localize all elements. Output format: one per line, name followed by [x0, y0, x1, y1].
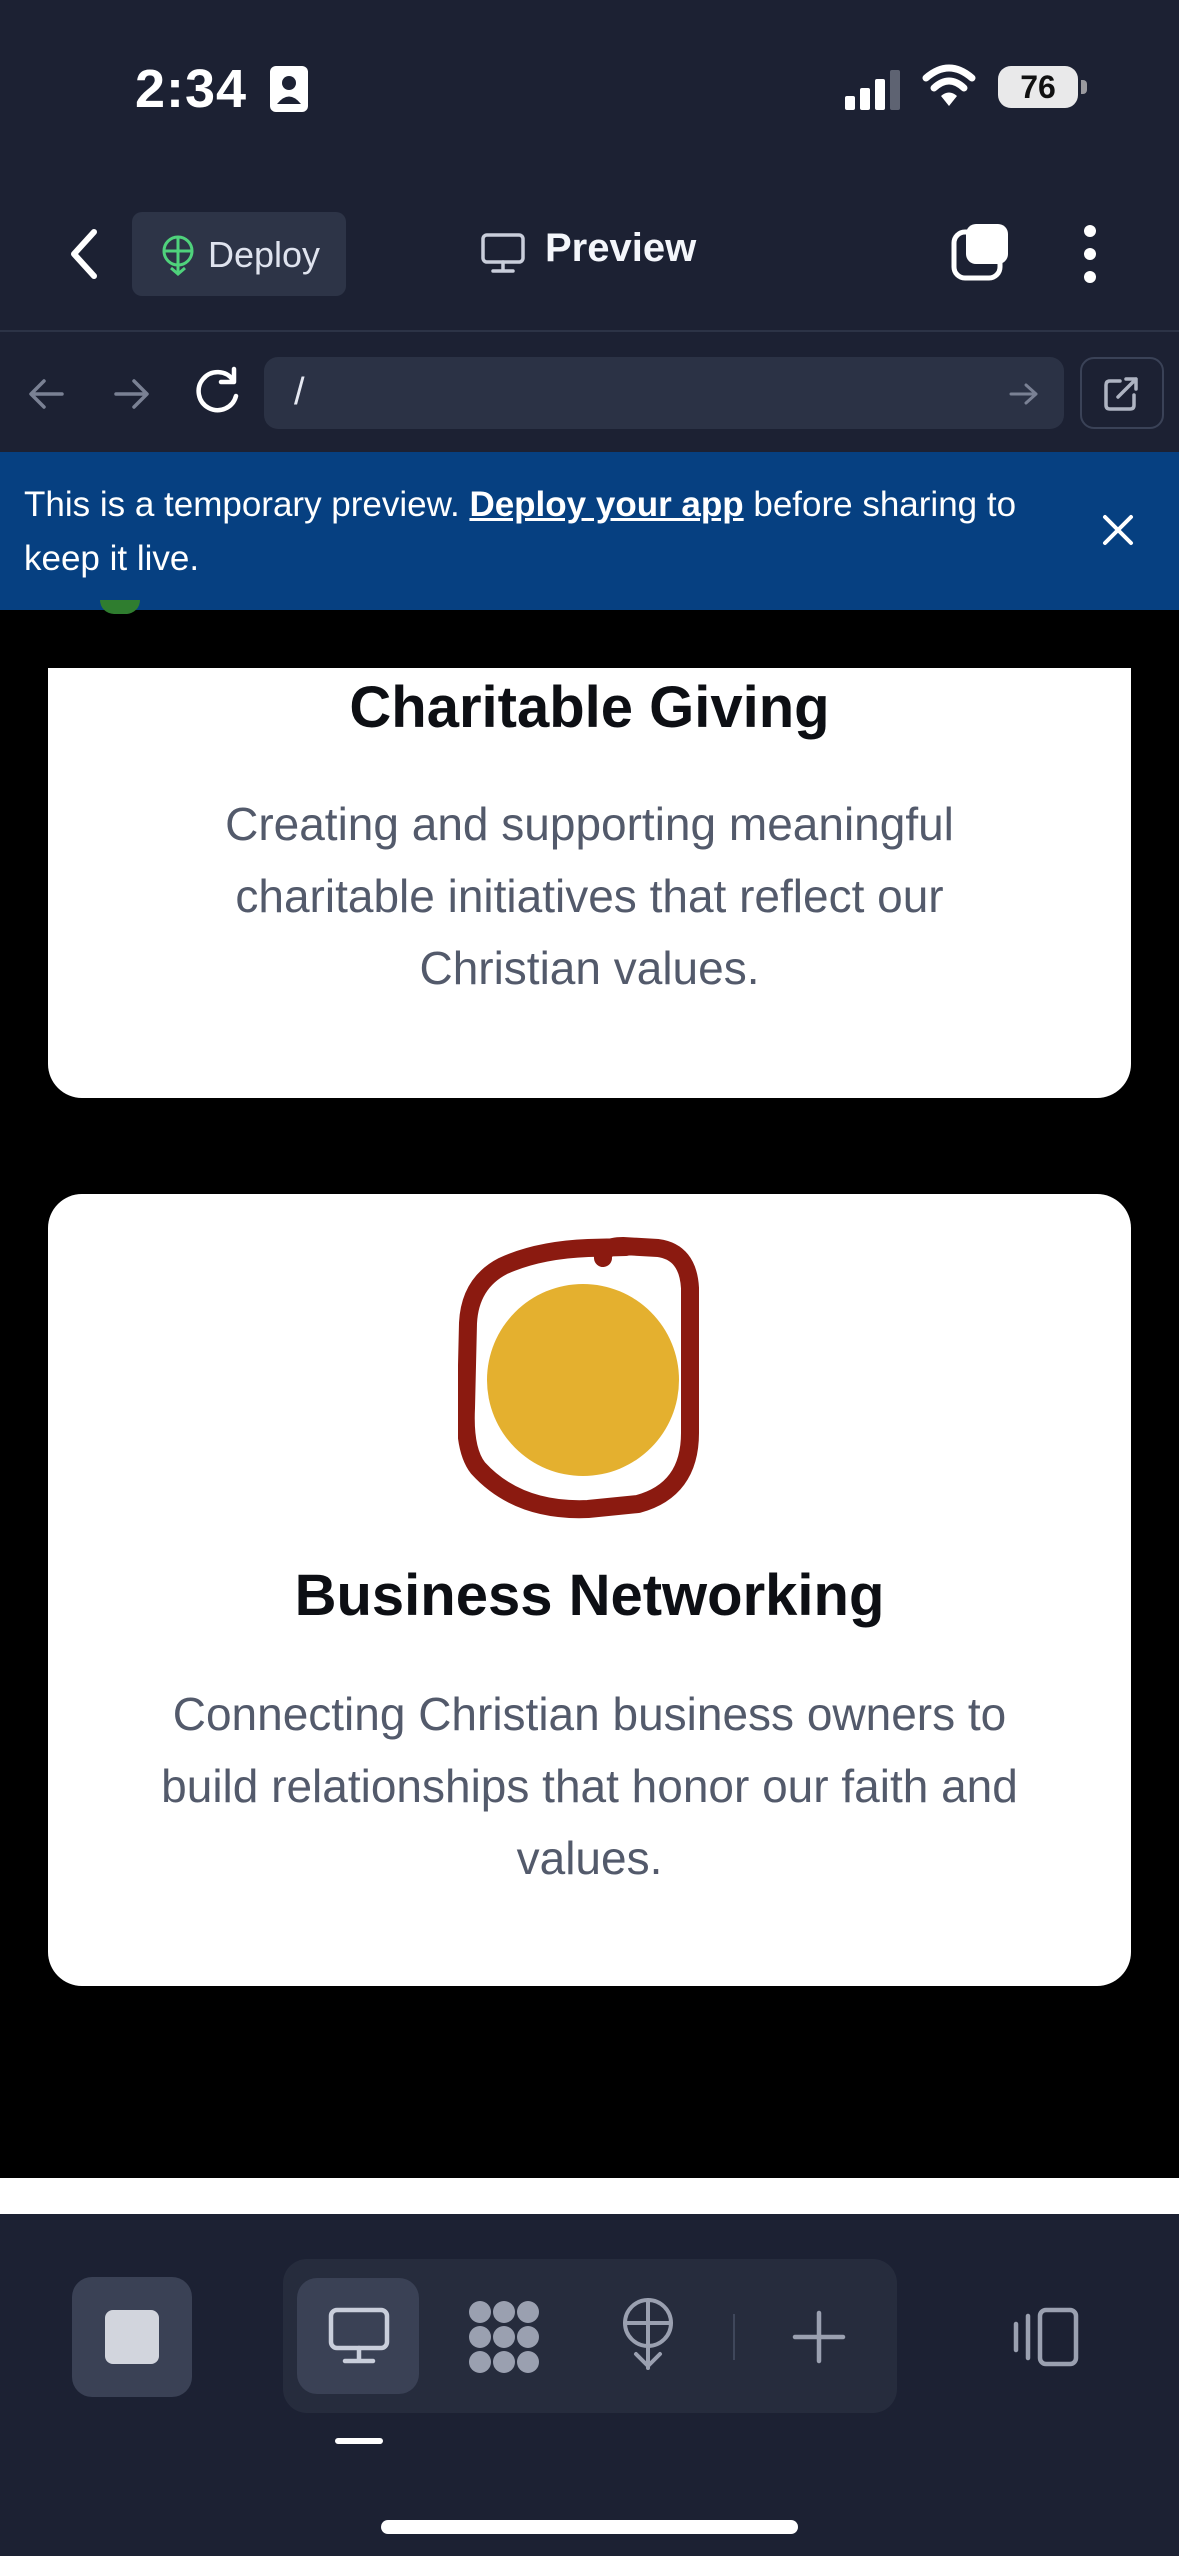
- tabs-icon[interactable]: [950, 222, 1012, 284]
- monitor-icon: [328, 2307, 390, 2364]
- back-arrow-icon[interactable]: [26, 374, 68, 414]
- url-input[interactable]: /: [264, 357, 1064, 429]
- battery-indicator: 76: [998, 66, 1087, 108]
- deploy-label: Deploy: [208, 234, 321, 275]
- status-time: 2:34: [135, 59, 248, 119]
- wifi-icon: [922, 64, 976, 106]
- plus-icon[interactable]: [792, 2310, 846, 2364]
- preview-tool-button[interactable]: [297, 2278, 419, 2394]
- toolbar-separator: [733, 2314, 735, 2360]
- external-link-icon: [1104, 377, 1138, 411]
- split-view-icon[interactable]: [1012, 2306, 1082, 2368]
- go-arrow-icon[interactable]: [1008, 381, 1040, 407]
- preview-title: Preview: [545, 226, 697, 270]
- deploy-button[interactable]: Deploy: [132, 212, 346, 296]
- workflows-icon[interactable]: [466, 2298, 542, 2376]
- clipped-icon-edge: [100, 600, 140, 614]
- contact-card-icon: [270, 66, 308, 112]
- monitor-icon: [481, 233, 525, 273]
- deploy-icon: [162, 235, 194, 276]
- home-indicator: [381, 2520, 798, 2534]
- deploy-your-app-link[interactable]: Deploy your app: [469, 485, 743, 524]
- preview-banner: This is a temporary preview. Deploy your…: [0, 452, 1179, 610]
- banner-message: This is a temporary preview. Deploy your…: [24, 478, 1064, 586]
- charitable-giving-card: Charitable Giving Creating and supportin…: [48, 668, 1131, 1098]
- business-networking-card: Business Networking Connecting Christian…: [48, 1194, 1131, 1986]
- deploy-icon[interactable]: [618, 2296, 678, 2370]
- sun-in-frame-icon: [458, 1237, 699, 1519]
- reload-icon[interactable]: [190, 366, 244, 420]
- close-icon[interactable]: [1100, 512, 1136, 548]
- cellular-signal-icon: [845, 70, 900, 110]
- banner-text-before: This is a temporary preview.: [24, 485, 470, 524]
- more-options-icon[interactable]: [1080, 222, 1100, 286]
- card-description: Connecting Christian business owners to …: [161, 1688, 1018, 1884]
- open-in-new-tab-button[interactable]: [1080, 357, 1164, 429]
- card-title: Business Networking: [294, 1563, 885, 1628]
- stop-button[interactable]: [72, 2277, 192, 2397]
- url-path: /: [294, 371, 305, 413]
- card-title: Charitable Giving: [349, 675, 830, 740]
- page-bottom-edge: [0, 2178, 1179, 2214]
- card-description: Creating and supporting meaningful chari…: [225, 798, 954, 994]
- active-tool-indicator: [335, 2438, 383, 2444]
- forward-arrow-icon[interactable]: [110, 374, 152, 414]
- back-chevron-icon[interactable]: [64, 226, 104, 282]
